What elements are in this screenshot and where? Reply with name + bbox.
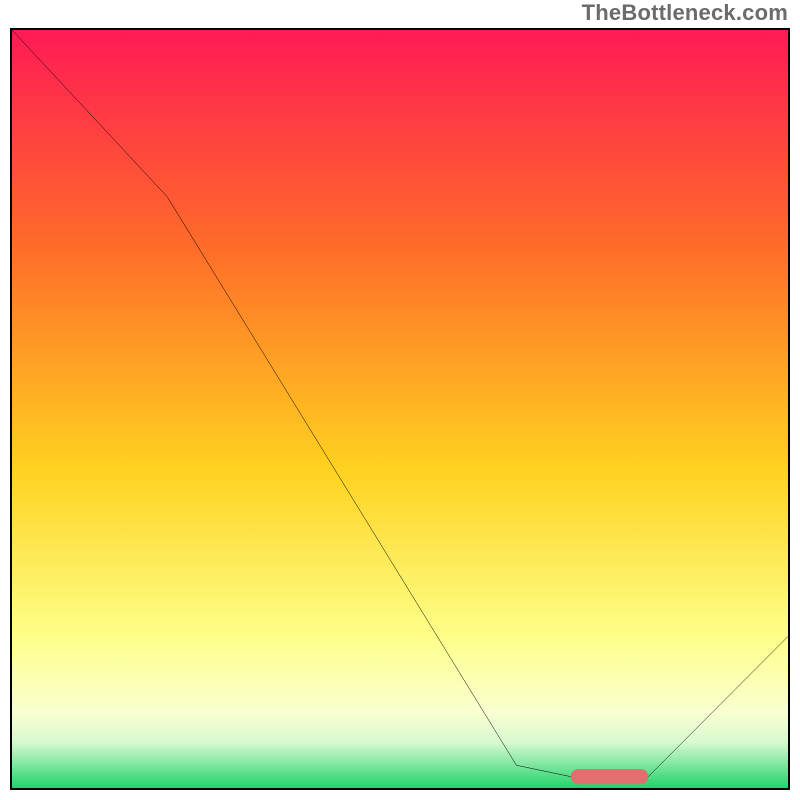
optimal-range-marker bbox=[12, 30, 788, 788]
chart-wrapper: TheBottleneck.com bbox=[0, 0, 800, 800]
plot-area bbox=[10, 28, 790, 790]
watermark-text: TheBottleneck.com bbox=[582, 0, 788, 26]
